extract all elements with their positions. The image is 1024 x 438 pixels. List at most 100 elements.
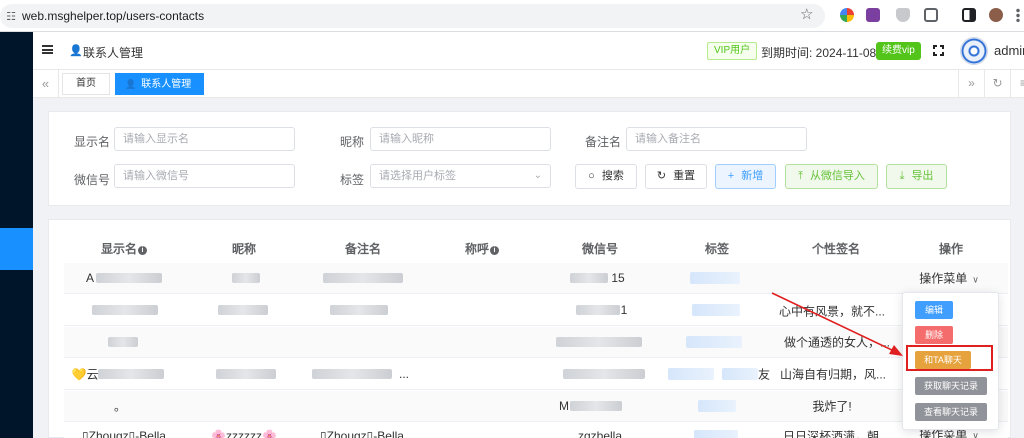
table-row[interactable]	[64, 263, 1008, 294]
tabs-scroll-left-icon[interactable]: «	[33, 70, 59, 98]
column-header: 微信号	[581, 242, 619, 256]
redacted-text	[556, 337, 642, 347]
app-sidebar	[0, 32, 33, 438]
fetch-chat-history-button[interactable]: 获取聊天记录	[915, 377, 987, 395]
chevron-down-icon: ∨	[972, 274, 979, 285]
annotation-highlight-box	[906, 345, 993, 371]
info-icon[interactable]: i	[138, 246, 148, 255]
browser-menu-icon[interactable]	[1016, 8, 1020, 22]
tabs-scroll-right-icon[interactable]: »	[958, 70, 984, 98]
profile-avatar-icon[interactable]	[989, 8, 1003, 22]
row-signature: 山海自有归期，风...	[779, 367, 887, 382]
operation-menu-label: 操作菜单	[919, 271, 968, 286]
row-signature: 心中有风景，就不...	[778, 304, 886, 319]
bookmark-star-icon[interactable]: ☆	[800, 5, 813, 23]
redacted-text	[570, 401, 622, 411]
add-button-label: 新增	[741, 170, 764, 182]
tag-select-placeholder: 请选择用户标签	[379, 170, 456, 182]
row-tag	[722, 368, 758, 380]
redacted-text	[218, 305, 268, 315]
username[interactable]: admin	[994, 43, 1024, 58]
avatar[interactable]	[960, 37, 988, 65]
column-salutation: 称呼	[464, 242, 490, 256]
row-nickname: 🌸zzzzzz🌸	[211, 429, 277, 438]
column-header: 称呼 i	[464, 240, 500, 257]
delete-button[interactable]: 删除	[915, 326, 953, 344]
row-tag-suffix: 友	[757, 367, 771, 382]
tab-contacts[interactable]: 👤 联系人管理	[115, 73, 204, 95]
row-tag	[698, 400, 736, 412]
row-wechat-suffix: 15	[611, 271, 625, 285]
export-button[interactable]: ⤓ 导出	[886, 164, 947, 189]
renew-vip-button[interactable]: 续费vip	[876, 42, 921, 60]
expire-date: 到期时间: 2024-11-08	[761, 46, 877, 60]
address-bar[interactable]: ☷ web.msghelper.top/users-contacts	[0, 4, 825, 28]
redacted-text	[232, 273, 260, 283]
chrome-extension-icon[interactable]	[840, 8, 854, 22]
tag-select[interactable]: 请选择用户标签 ⌄	[370, 164, 551, 188]
user-icon: 👤	[69, 45, 83, 57]
redacted-text	[323, 273, 403, 283]
redacted-text	[576, 305, 620, 315]
search-button[interactable]: ○ 搜索	[575, 164, 637, 189]
chevron-down-icon: ⌄	[533, 170, 542, 181]
hamburger-menu-icon[interactable]	[42, 45, 53, 54]
row-signature: 日日深杯酒满，朝...	[782, 429, 890, 438]
edit-button[interactable]: 编辑	[915, 301, 953, 319]
extensions-puzzle-icon[interactable]	[924, 8, 938, 22]
row-tag	[686, 336, 742, 348]
row-display-name: 💛云	[71, 367, 99, 382]
fullscreen-icon[interactable]	[933, 45, 944, 56]
redacted-text	[98, 369, 164, 379]
page-title: 联系人管理	[83, 46, 144, 60]
redacted-text	[216, 369, 276, 379]
redacted-text	[570, 273, 608, 283]
remark-label: 备注名	[585, 135, 622, 149]
refresh-icon[interactable]: ↻	[984, 70, 1010, 98]
onenote-extension-icon[interactable]	[866, 8, 880, 22]
redacted-text	[108, 337, 138, 347]
site-settings-icon[interactable]: ☷	[0, 10, 22, 23]
nickname-input[interactable]: 请输入昵称	[370, 127, 551, 151]
remark-input[interactable]: 请输入备注名	[626, 127, 807, 151]
column-display-name: 显示名	[100, 242, 138, 256]
column-header: 昵称	[231, 242, 257, 256]
row-wechat: zgzbella	[577, 429, 623, 438]
tab-contacts-label: 联系人管理	[141, 79, 192, 90]
row-tag	[668, 368, 714, 380]
operation-menu[interactable]: 操作菜单 ∨	[919, 270, 979, 287]
export-button-label: 导出	[911, 170, 934, 182]
nickname-label: 昵称	[340, 135, 365, 149]
column-header: 个性签名	[811, 242, 861, 256]
table-row[interactable]	[64, 391, 1008, 422]
display-name-input[interactable]: 请输入显示名	[114, 127, 295, 151]
row-remark: ...	[398, 367, 410, 381]
search-button-label: 搜索	[601, 170, 624, 182]
reset-button-label: 重置	[673, 170, 696, 182]
import-button-label: 从微信导入	[809, 170, 865, 182]
row-display-name: A	[85, 271, 95, 285]
wechat-input[interactable]: 请输入微信号	[114, 164, 295, 188]
row-signature: 做个通透的女人，...	[783, 335, 891, 350]
shield-extension-icon[interactable]	[896, 8, 910, 22]
tabs-menu-icon[interactable]: ≡	[1010, 70, 1024, 98]
row-remark: ▯Zhougz▯-Bella	[320, 429, 404, 438]
redacted-text	[330, 305, 388, 315]
view-chat-history-button[interactable]: 查看聊天记录	[915, 403, 987, 421]
info-icon[interactable]: i	[490, 246, 500, 255]
browser-toolbar: ☷ web.msghelper.top/users-contacts ☆	[0, 0, 1024, 32]
app-header: 👤 联系人管理 VIP用户 到期时间: 2024-11-08 续费vip adm…	[33, 32, 1024, 70]
row-display-name: 。	[113, 399, 127, 414]
side-panel-icon[interactable]	[962, 8, 976, 22]
row-signature: 我炸了!	[812, 399, 852, 414]
row-wechat-suffix: 1	[620, 303, 628, 317]
row-tag	[690, 272, 740, 284]
tab-home[interactable]: 首页	[62, 73, 110, 95]
reset-button[interactable]: ↻ 重置	[645, 164, 707, 189]
redacted-text	[92, 305, 158, 315]
upload-icon: ⤒	[798, 170, 803, 182]
import-from-wechat-button[interactable]: ⤒ 从微信导入	[785, 164, 878, 189]
add-button[interactable]: + 新增	[715, 164, 776, 189]
sidebar-item-active[interactable]	[0, 228, 33, 270]
vip-badge: VIP用户	[707, 42, 758, 60]
